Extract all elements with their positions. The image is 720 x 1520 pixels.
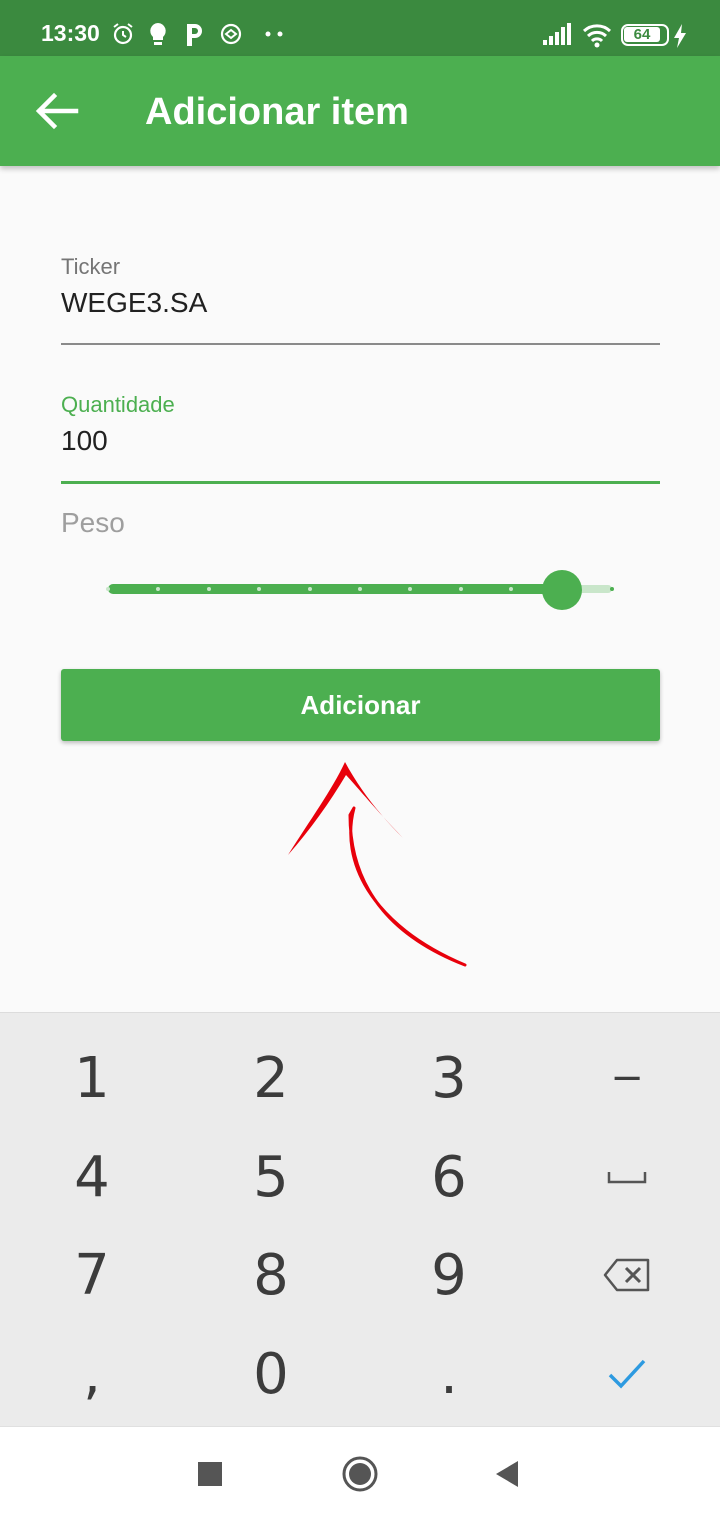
bulb-icon — [150, 23, 166, 45]
slider-tick — [308, 587, 312, 591]
wifi-icon — [582, 24, 612, 48]
weight-label: Peso — [61, 507, 125, 538]
recents-square-icon — [198, 1462, 222, 1486]
sync-icon — [220, 23, 242, 45]
arrow-back-icon[interactable] — [30, 89, 82, 133]
backspace-icon — [603, 1258, 650, 1292]
quantity-input[interactable]: 100 — [61, 425, 108, 457]
slider-tick — [358, 587, 362, 591]
key-4[interactable]: 4 — [2, 1127, 182, 1227]
key-8[interactable]: 8 — [181, 1225, 361, 1325]
slider-tick — [459, 587, 463, 591]
key-3[interactable]: 3 — [359, 1028, 539, 1128]
slider-track-active — [108, 584, 562, 594]
key-0[interactable]: 0 — [181, 1324, 361, 1424]
home-button[interactable] — [335, 1449, 385, 1499]
ticker-underline — [61, 343, 660, 345]
red-arrow-annotation — [288, 762, 467, 967]
key-done[interactable] — [537, 1324, 717, 1424]
slider-tick — [207, 587, 211, 591]
battery-level: 64 — [624, 27, 660, 42]
check-icon — [608, 1359, 646, 1389]
parking-p-icon — [187, 24, 202, 46]
slider-tick — [408, 587, 412, 591]
slider-tick — [106, 587, 110, 591]
add-button[interactable]: Adicionar — [61, 669, 660, 741]
key-2[interactable]: 2 — [181, 1028, 361, 1128]
key-comma[interactable]: , — [2, 1324, 182, 1424]
back-triangle-icon — [496, 1461, 518, 1487]
key-9[interactable]: 9 — [359, 1225, 539, 1325]
weight-slider[interactable] — [106, 570, 614, 610]
app-bar: Adicionar item — [0, 56, 720, 166]
slider-tick — [610, 587, 614, 591]
more-dots-icon — [265, 31, 283, 37]
numeric-keyboard: 1 2 3 − 4 5 6 7 8 9 , 0 . — [0, 1012, 720, 1426]
key-minus[interactable]: − — [537, 1028, 717, 1128]
slider-thumb[interactable] — [542, 570, 582, 610]
key-space[interactable] — [537, 1127, 717, 1227]
home-circle-icon — [342, 1456, 378, 1492]
alarm-icon — [113, 23, 133, 45]
key-period[interactable]: . — [359, 1324, 539, 1424]
page-title: Adicionar item — [145, 91, 409, 133]
key-7[interactable]: 7 — [2, 1225, 182, 1325]
battery-icon: 64 — [621, 24, 669, 46]
ticker-input[interactable]: WEGE3.SA — [61, 287, 207, 319]
signal-icon — [543, 23, 571, 45]
ticker-label: Ticker — [61, 254, 121, 279]
recents-button[interactable] — [185, 1449, 235, 1499]
charging-icon — [674, 24, 686, 48]
back-button[interactable] — [482, 1449, 532, 1499]
space-icon — [607, 1172, 647, 1184]
slider-tick — [509, 587, 513, 591]
status-bar: 13:30 64 — [0, 0, 720, 56]
slider-tick — [257, 587, 261, 591]
key-backspace[interactable] — [537, 1225, 717, 1325]
slider-tick — [156, 587, 160, 591]
system-nav-bar — [0, 1426, 720, 1520]
quantity-label: Quantidade — [61, 392, 175, 417]
key-1[interactable]: 1 — [2, 1028, 182, 1128]
key-5[interactable]: 5 — [181, 1127, 361, 1227]
status-time: 13:30 — [41, 20, 100, 46]
key-6[interactable]: 6 — [359, 1127, 539, 1227]
quantity-underline — [61, 481, 660, 484]
